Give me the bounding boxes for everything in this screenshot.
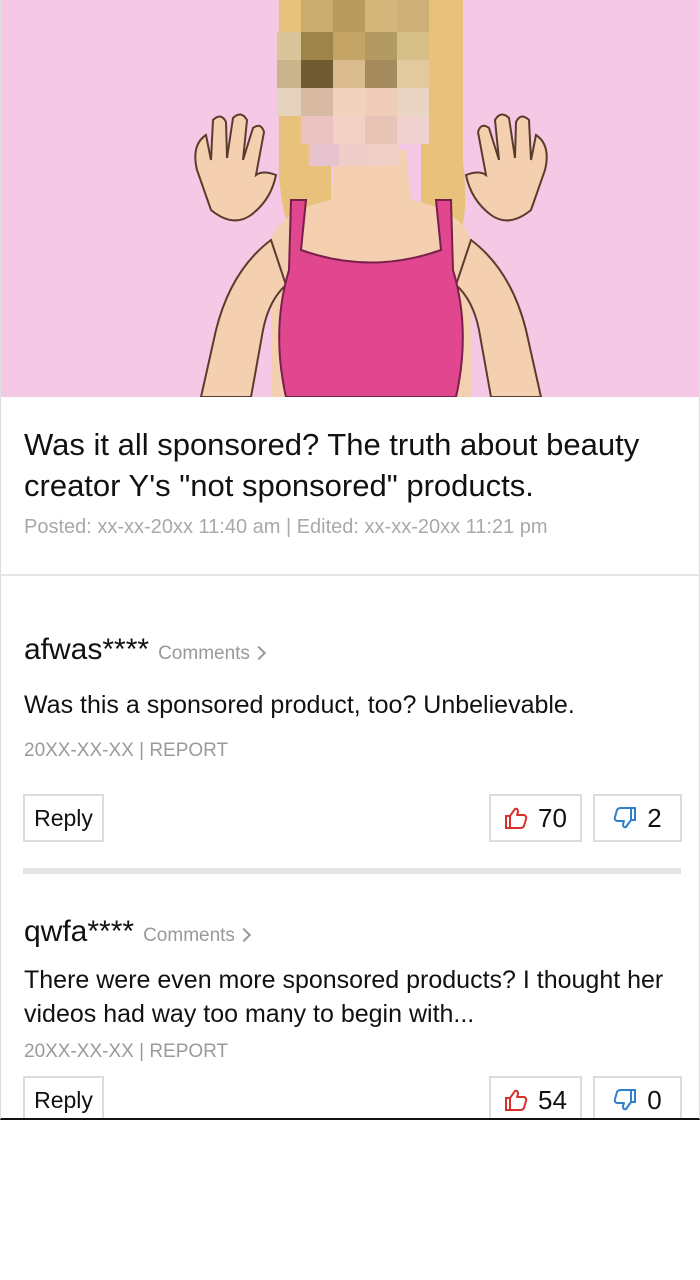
- comment-username[interactable]: qwfa****: [24, 915, 134, 949]
- reply-button[interactable]: Reply: [23, 794, 104, 842]
- article-post-meta: Posted: xx-xx-20xx 11:40 am | Edited: xx…: [24, 516, 548, 538]
- thumbs-up-icon: [505, 807, 528, 829]
- comment-text: Was this a sponsored product, too? Unbel…: [24, 691, 575, 719]
- chevron-right-icon: [236, 927, 252, 943]
- chevron-right-icon: [251, 645, 267, 661]
- reply-button-label: Reply: [34, 1086, 93, 1113]
- hero-illustration: [1, 0, 699, 397]
- comment-text: There were even more sponsored products?…: [24, 966, 664, 1028]
- thumbs-down-icon: [614, 807, 637, 829]
- comment-divider: [23, 868, 681, 874]
- dislike-button[interactable]: 0: [593, 1076, 682, 1118]
- thumbs-down-icon: [614, 1089, 637, 1111]
- like-button[interactable]: 54: [489, 1076, 582, 1118]
- comments-link-label: Comments: [143, 925, 235, 946]
- user-comments-link[interactable]: Comments: [143, 925, 252, 947]
- comment-header: afwas**** Comments: [24, 633, 267, 667]
- user-comments-link[interactable]: Comments: [158, 643, 267, 665]
- thumbs-up-icon: [505, 1089, 528, 1111]
- comment-meta: 20XX-XX-XX | REPORT: [24, 740, 229, 761]
- like-button[interactable]: 70: [489, 794, 582, 842]
- dislike-count: 2: [647, 802, 662, 833]
- comments-link-label: Comments: [158, 643, 250, 664]
- comment-meta: 20XX-XX-XX | REPORT: [24, 1041, 229, 1062]
- post-page: Was it all sponsored? The truth about be…: [0, 0, 700, 1120]
- comment-username[interactable]: afwas****: [24, 633, 149, 667]
- like-count: 54: [538, 1084, 567, 1115]
- like-count: 70: [538, 802, 567, 833]
- reply-button-label: Reply: [34, 804, 93, 831]
- reply-button[interactable]: Reply: [23, 1076, 104, 1118]
- article-hero-image: [1, 0, 699, 397]
- comment-header: qwfa**** Comments: [24, 915, 252, 949]
- dislike-button[interactable]: 2: [593, 794, 682, 842]
- divider: [1, 574, 699, 576]
- article-title: Was it all sponsored? The truth about be…: [24, 427, 640, 503]
- dislike-count: 0: [647, 1084, 662, 1115]
